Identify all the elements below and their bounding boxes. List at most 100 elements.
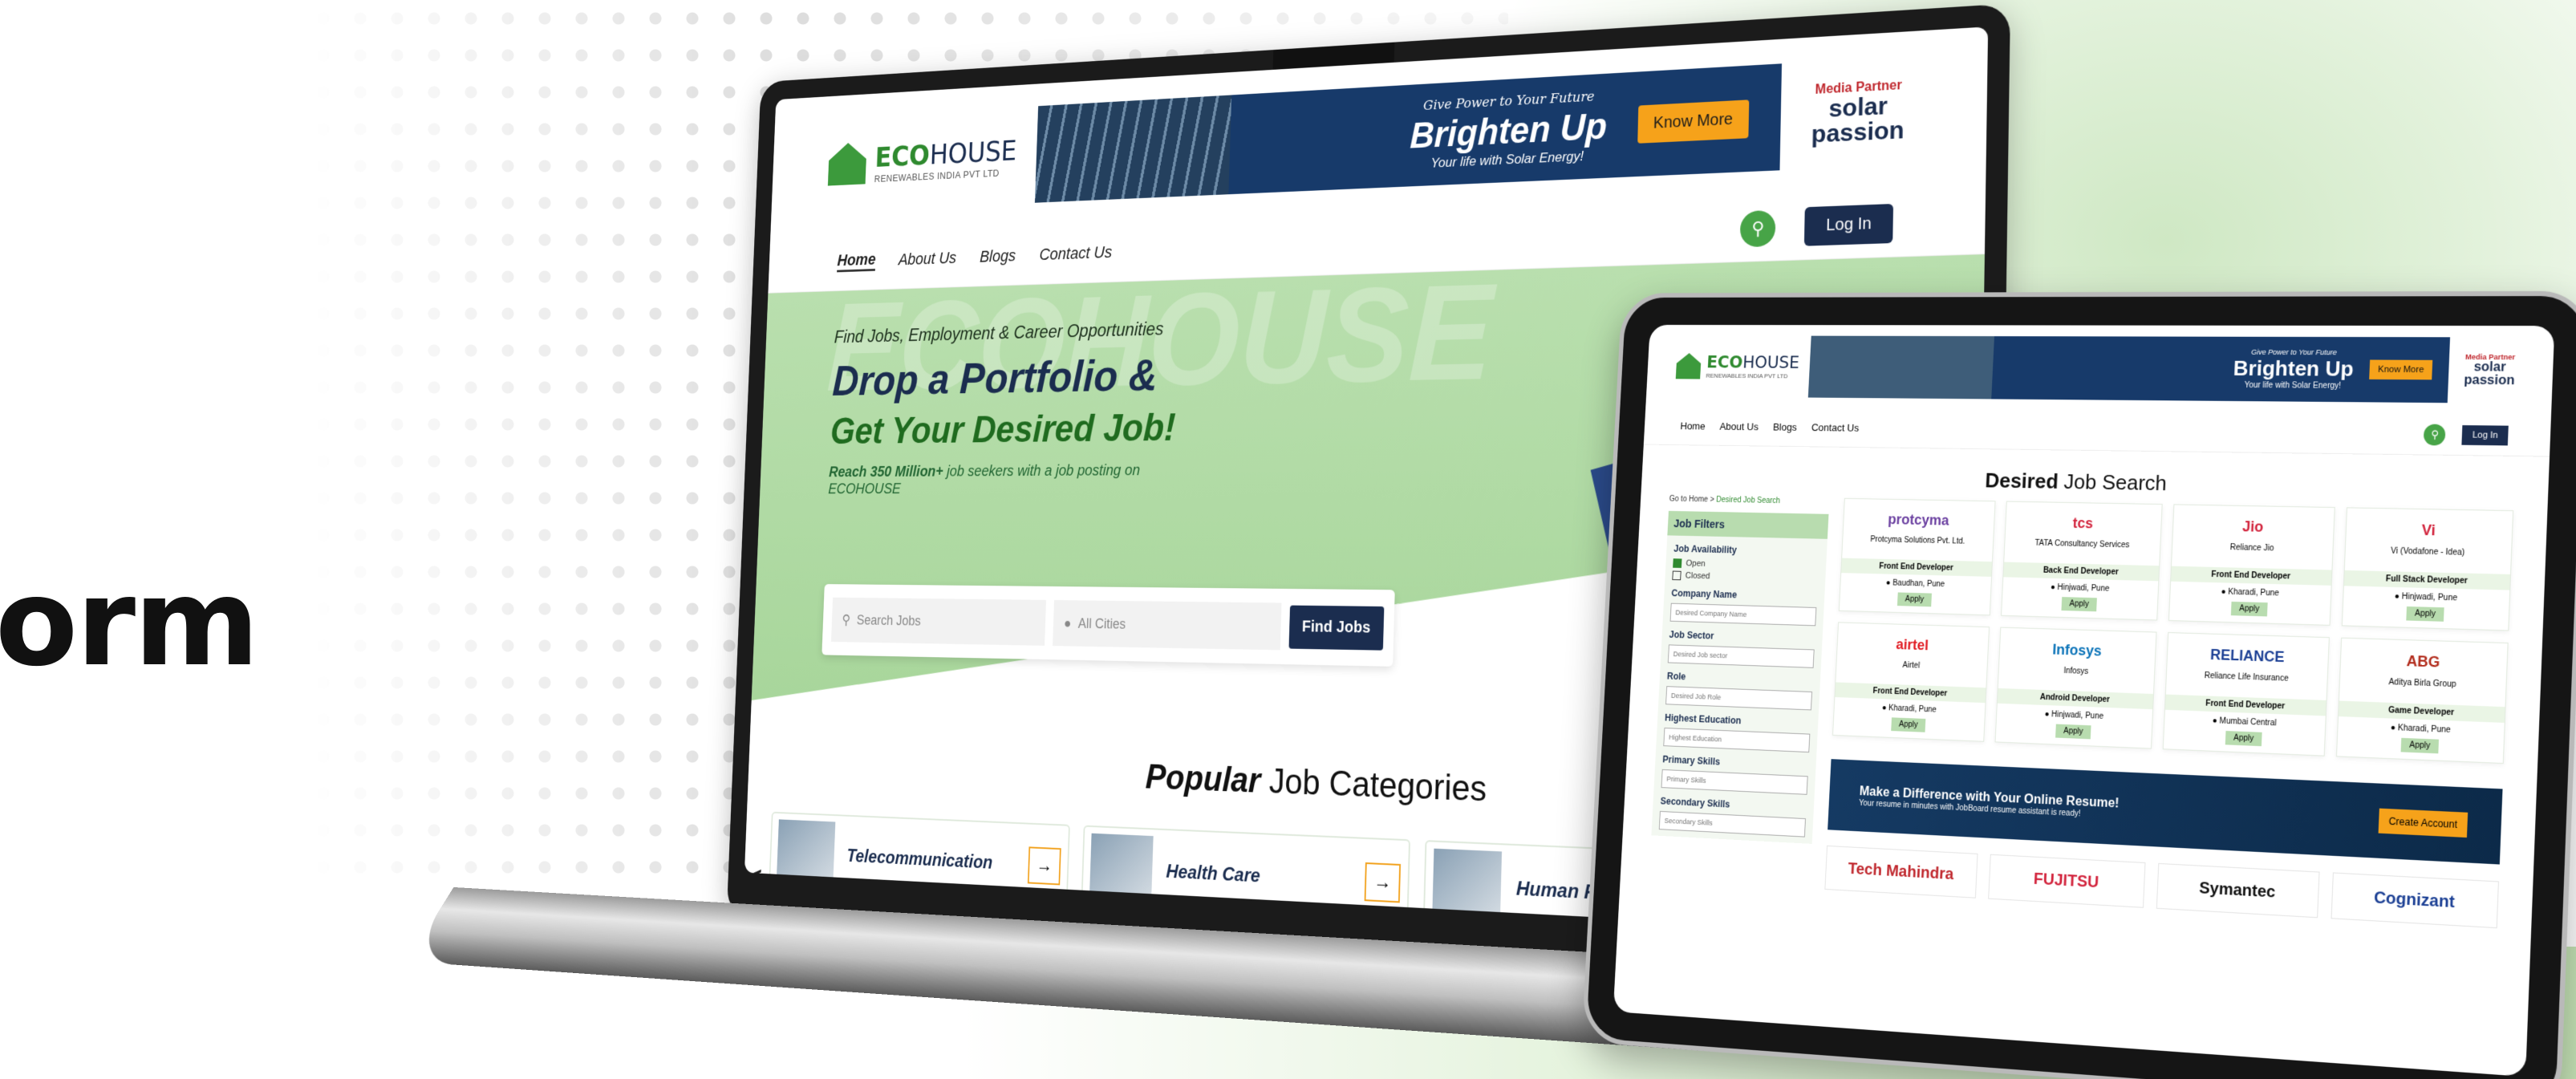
company-name: Protcyma Solutions Pvt. Ltd. <box>1870 535 1965 546</box>
category-image <box>1089 833 1154 907</box>
role-input[interactable] <box>1665 686 1813 711</box>
apply-button[interactable]: Apply <box>2406 606 2444 622</box>
category-image <box>776 819 836 890</box>
apply-button[interactable]: Apply <box>2400 737 2440 754</box>
tablet-nav: Home About Us Blogs Contact Us ⚲ Log In <box>1643 407 2552 457</box>
company-name: Reliance Life Insurance <box>2204 671 2289 684</box>
create-account-button[interactable]: Create Account <box>2378 808 2468 838</box>
company-name: Aditya Birla Group <box>2388 677 2456 690</box>
apply-button[interactable]: Apply <box>2055 724 2091 740</box>
apply-button[interactable]: Apply <box>1897 592 1932 607</box>
find-jobs-button[interactable]: Find Jobs <box>1288 605 1385 651</box>
education-input[interactable] <box>1663 728 1811 753</box>
job-location: ● Baudhan, Pune <box>1885 578 1945 590</box>
city-placeholder: All Cities <box>1077 615 1126 632</box>
job-card[interactable]: ABG Aditya Birla Group Game Developer ● Kha… <box>2335 637 2509 765</box>
sector-label: Job Sector <box>1669 629 1714 642</box>
city-field[interactable]: ● All Cities <box>1052 600 1282 651</box>
location-pin-icon: ● <box>2394 592 2403 602</box>
company-logo: airtel <box>1895 635 1929 653</box>
banner-text: Give Power to Your Future Brighten Up Yo… <box>1409 88 1608 171</box>
job-location: ● Hinjwadi, Pune <box>2044 709 2104 721</box>
secondary-skills-select[interactable] <box>1658 810 1806 838</box>
breadcrumb-home[interactable]: Go to Home <box>1669 495 1708 504</box>
media-partner[interactable]: Media Partner solar passion <box>2460 353 2520 388</box>
arrow-right-icon[interactable]: → <box>1364 862 1402 903</box>
job-search-bar: ⚲ Search Jobs ● All Cities Find Jobs <box>821 584 1395 667</box>
apply-button[interactable]: Apply <box>1891 717 1926 732</box>
category-card-telecom[interactable]: Telecommunication → <box>768 811 1070 910</box>
nav-blogs[interactable]: Blogs <box>1773 421 1797 433</box>
carousel-prev-icon[interactable]: < <box>744 856 763 900</box>
login-button[interactable]: Log In <box>2461 424 2509 445</box>
company-name: Vi (Vodafone - Idea) <box>2391 546 2465 558</box>
job-role: Full Stack Developer <box>2343 570 2510 590</box>
company-logo: Infosys <box>2052 641 2103 659</box>
login-button[interactable]: Log In <box>1804 204 1894 246</box>
brand-logo[interactable]: Cognizant <box>2330 872 2500 929</box>
search-icon[interactable]: ⚲ <box>2424 424 2447 445</box>
know-more-button[interactable]: Know More <box>1637 99 1750 144</box>
brand-logo[interactable]: Tech Mahindra <box>1824 845 1978 898</box>
arrow-right-icon[interactable]: → <box>1027 846 1061 886</box>
job-location: ● Hinjwadi, Pune <box>2050 582 2110 594</box>
job-role: Game Developer <box>2339 700 2505 723</box>
company-input[interactable] <box>1669 602 1817 627</box>
closed-checkbox[interactable]: Closed <box>1672 570 1818 584</box>
nav-contact-us[interactable]: Contact Us <box>1039 242 1112 265</box>
job-location: ● Kharadi, Pune <box>1881 704 1937 715</box>
sector-input[interactable] <box>1667 644 1815 668</box>
category-card-health[interactable]: Health Care → <box>1081 825 1411 929</box>
solar-ad-banner[interactable]: Give Power to Your Future Brighten Up Yo… <box>1034 63 1783 203</box>
open-checkbox[interactable]: Open <box>1673 558 1819 571</box>
category-label: Health Care <box>1166 861 1261 887</box>
nav-home[interactable]: Home <box>1680 420 1706 432</box>
job-role: Front End Developer <box>1835 682 1986 704</box>
location-pin-icon: ● <box>1063 615 1072 631</box>
ecohouse-logo[interactable]: ECOHOUSE RENEWABLES INDIA PVT LTD <box>828 133 1017 186</box>
know-more-button[interactable]: Know More <box>2369 359 2433 380</box>
job-role: Android Developer <box>1997 688 2153 710</box>
job-card[interactable]: Jio Reliance Jio Front End Developer ● Khar… <box>2168 504 2335 626</box>
company-logo: Vi <box>2421 521 2436 538</box>
nav-about-us[interactable]: About Us <box>898 248 956 269</box>
job-card[interactable]: RELIANCE Reliance Life Insurance Front End… <box>2162 632 2330 757</box>
job-card[interactable]: Infosys Infosys Android Developer ● Hinjwad… <box>1994 627 2157 749</box>
company-name: Reliance Jio <box>2229 543 2274 554</box>
job-role: Front End Developer <box>2171 566 2332 586</box>
breadcrumb: Go to Home > Desired Job Search <box>1669 494 1781 505</box>
nav-about-us[interactable]: About Us <box>1719 420 1759 432</box>
company-label: Company Name <box>1671 587 1738 601</box>
secondary-skills-label: Secondary Skills <box>1660 795 1730 810</box>
nav-contact-us[interactable]: Contact Us <box>1811 421 1860 433</box>
logo-text: ECOHOUSE <box>1706 353 1800 373</box>
company-logo: ABG <box>2406 652 2440 671</box>
solar-ad-banner[interactable]: Give Power to Your Future Brighten Up Yo… <box>1807 335 2451 404</box>
nav-home[interactable]: Home <box>837 249 876 273</box>
apply-button[interactable]: Apply <box>2061 597 2097 612</box>
availability-label: Job Availability <box>1673 543 1738 556</box>
company-name: Infosys <box>2063 666 2089 676</box>
apply-button[interactable]: Apply <box>2230 601 2268 617</box>
house-logo-icon <box>1676 353 1702 379</box>
job-card[interactable]: tcs TATA Consultancy Services Back End Dev… <box>2001 501 2163 621</box>
job-filters: Job Filters Job Availability Open Closed… <box>1651 510 1829 844</box>
job-role: Back End Developer <box>2003 562 2160 582</box>
resume-promo-banner: Make a Difference with Your Online Resum… <box>1828 759 2503 865</box>
nav-blogs[interactable]: Blogs <box>980 245 1016 266</box>
search-jobs-field[interactable]: ⚲ Search Jobs <box>830 597 1046 646</box>
media-partner[interactable]: Media Partner solar passion <box>1804 78 1912 148</box>
brand-logo[interactable]: Symantec <box>2156 862 2320 919</box>
category-label: Telecommunication <box>846 846 993 874</box>
job-card[interactable]: airtel Airtel Front End Developer ● Kharadi… <box>1832 622 1990 742</box>
job-location: ● Mumbai Central <box>2212 716 2277 728</box>
tablet-frame: ECOHOUSE RENEWABLES INDIA PVT LTD Give P… <box>1581 290 2576 1079</box>
apply-button[interactable]: Apply <box>2225 731 2262 747</box>
search-jobs-placeholder: Search Jobs <box>856 612 922 628</box>
brand-logo[interactable]: FUJITSU <box>1987 854 2146 908</box>
search-icon[interactable]: ⚲ <box>1740 209 1776 247</box>
primary-skills-select[interactable] <box>1661 769 1808 795</box>
ecohouse-logo[interactable]: ECOHOUSE RENEWABLES INDIA PVT LTD <box>1676 353 1800 379</box>
job-card[interactable]: Vi Vi (Vodafone - Idea) Full Stack Develop… <box>2341 507 2514 631</box>
job-card[interactable]: protcyma Protcyma Solutions Pvt. Ltd. Fron… <box>1838 497 1996 616</box>
